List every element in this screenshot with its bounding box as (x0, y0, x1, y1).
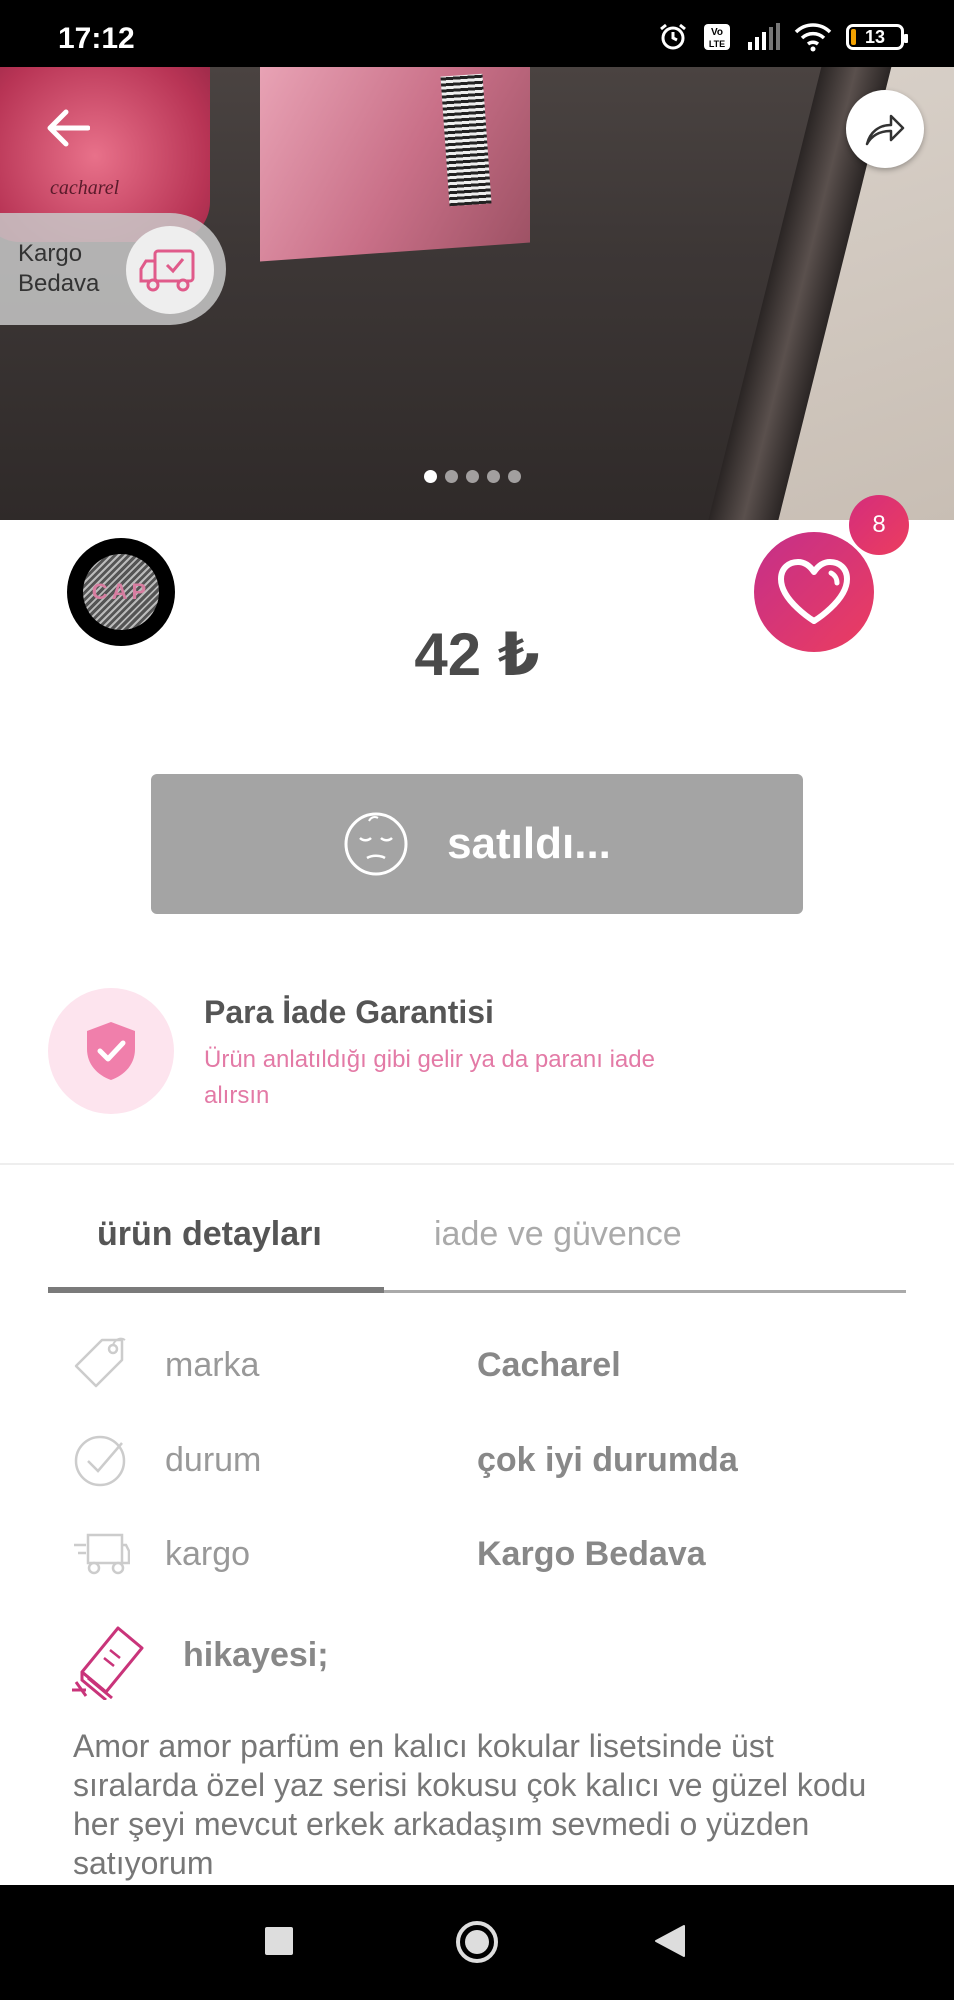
detail-key-cargo: kargo (165, 1535, 251, 1573)
cargo-badge-line2: Bedava (18, 270, 100, 297)
carousel-dot[interactable] (424, 470, 437, 483)
guarantee-title: Para İade Garantisi (204, 994, 494, 1030)
back-button[interactable] (40, 100, 96, 156)
arrow-left-icon (47, 109, 90, 147)
bottle-brand-label: cacharel (50, 177, 120, 199)
status-bar: 17:12 Vo LTE 13 (0, 0, 954, 67)
alarm-icon (660, 23, 686, 50)
status-time: 17:12 (58, 22, 135, 55)
like-button[interactable] (754, 532, 874, 652)
cargo-badge-line1: Kargo (18, 240, 83, 267)
free-cargo-badge: Kargo Bedava (0, 213, 226, 325)
wifi-icon (794, 23, 832, 52)
triangle-back-icon (655, 1925, 685, 1957)
back-nav-button[interactable] (652, 1923, 688, 1959)
svg-text:LTE: LTE (709, 39, 725, 49)
barcode-image (440, 73, 492, 207)
sold-button[interactable]: satıldı... (151, 774, 803, 914)
heart-icon (778, 559, 850, 624)
carousel-dot[interactable] (508, 470, 521, 483)
share-button[interactable] (846, 90, 924, 168)
home-button[interactable] (454, 1919, 500, 1965)
tag-icon (72, 1336, 130, 1394)
detail-value-cargo: Kargo Bedava (477, 1535, 706, 1573)
book-icon (70, 1620, 150, 1702)
square-icon (265, 1927, 293, 1955)
check-circle-icon (72, 1431, 130, 1489)
tab-active-indicator (48, 1287, 384, 1293)
carousel-dot[interactable] (445, 470, 458, 483)
volte-icon: VoLTE (704, 24, 730, 50)
carousel-dot[interactable] (466, 470, 479, 483)
sad-face-icon (344, 812, 408, 876)
tab-product-details[interactable]: ürün detayları (97, 1215, 322, 1254)
battery-icon: 13 (846, 24, 908, 50)
share-icon (865, 114, 905, 146)
circle-icon (456, 1921, 498, 1963)
system-navigation-bar (0, 1885, 954, 2000)
sold-button-label: satıldı... (447, 819, 611, 868)
shield-check-icon (87, 1022, 135, 1080)
like-count-badge: 8 (849, 495, 909, 555)
section-divider (0, 1163, 954, 1165)
detail-value-condition: çok iyi durumda (477, 1441, 738, 1479)
recent-apps-button[interactable] (262, 1924, 296, 1958)
signal-icon (748, 23, 780, 50)
story-text: Amor amor parfüm en kalıcı kokular liset… (73, 1728, 867, 1881)
guarantee-subtitle: Ürün anlatıldığı gibi gelir ya da paranı… (204, 1046, 655, 1109)
carousel-dot[interactable] (487, 470, 500, 483)
guarantee-shield-badge (48, 988, 174, 1114)
status-icons: Vo LTE 13 (658, 22, 908, 52)
truck-icon (72, 1525, 130, 1583)
delivery-truck-icon (139, 249, 195, 292)
battery-level: 13 (864, 26, 886, 47)
detail-key-brand: marka (165, 1346, 260, 1384)
story-title: hikayesi; (183, 1636, 329, 1674)
svg-text:Vo: Vo (711, 27, 723, 38)
perfume-box-image (260, 67, 530, 262)
seller-avatar-logo: CAP (83, 554, 159, 630)
detail-value-brand: Cacharel (477, 1346, 621, 1384)
carousel-indicator (424, 470, 521, 483)
tab-return-and-assurance[interactable]: iade ve güvence (434, 1215, 682, 1254)
detail-key-condition: durum (165, 1441, 262, 1479)
